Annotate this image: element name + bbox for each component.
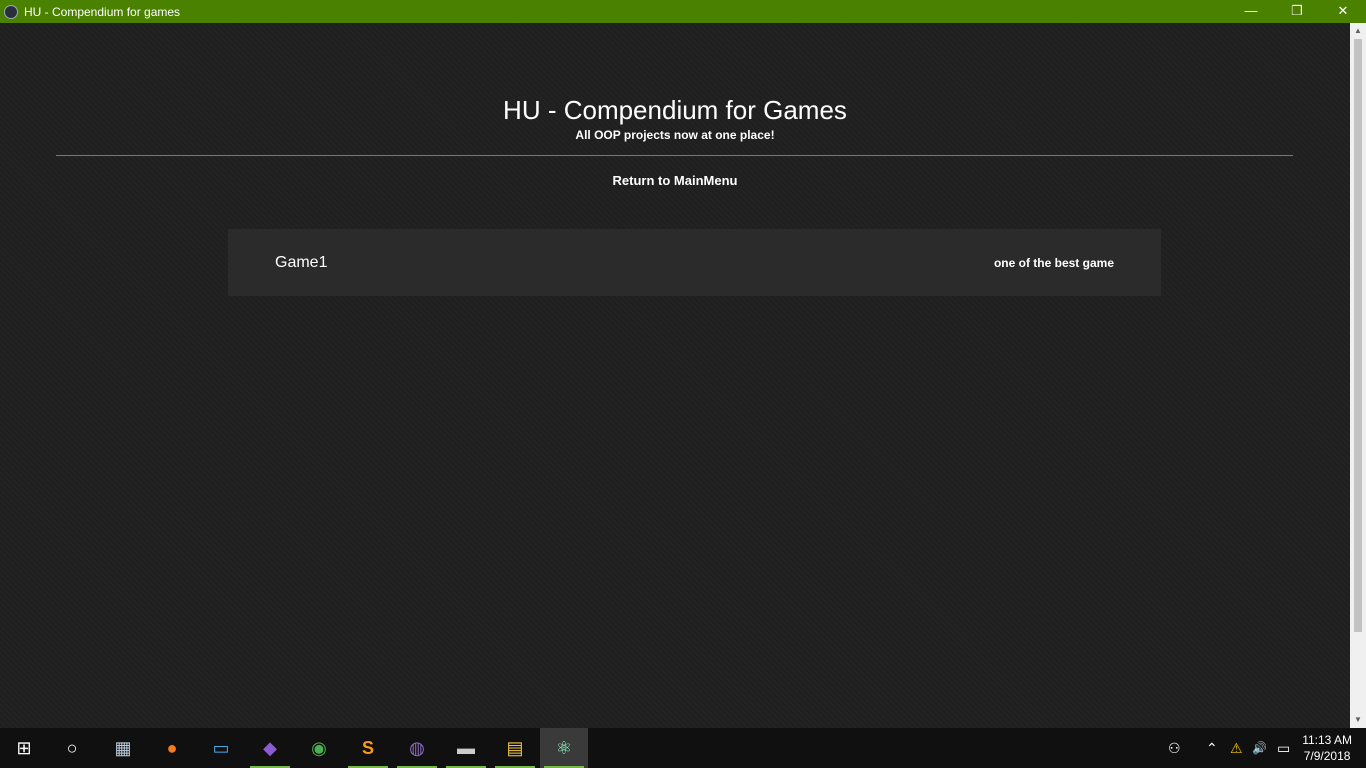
- terminal-icon: ▬: [457, 737, 475, 758]
- visual-studio-icon: ◆: [263, 737, 277, 758]
- return-to-main-menu-link[interactable]: Return to MainMenu: [0, 173, 1350, 188]
- taskbar-this-pc[interactable]: ▭: [197, 728, 245, 768]
- taskbar-task-manager[interactable]: ▦: [99, 728, 147, 768]
- clock-time: 11:13 AM: [1302, 733, 1352, 747]
- clock[interactable]: 11:13 AM 7/9/2018: [1302, 732, 1352, 764]
- clock-date: 7/9/2018: [1303, 749, 1351, 763]
- taskbar-github-desktop[interactable]: ◍: [393, 728, 441, 768]
- taskbar-chrome[interactable]: ◉: [295, 728, 343, 768]
- game-description: one of the best game: [993, 255, 1114, 270]
- taskbar-command-prompt[interactable]: ▬: [442, 728, 490, 768]
- title-bar: HU - Compendium for games — ❐ ✕: [0, 0, 1366, 23]
- vertical-scrollbar[interactable]: ▲ ▼: [1350, 23, 1366, 728]
- computer-icon: ▭: [212, 737, 230, 758]
- battery-button[interactable]: ▭: [1277, 728, 1290, 768]
- game-name: Game1: [275, 253, 328, 271]
- cortana-button[interactable]: ○: [48, 728, 96, 768]
- game-card[interactable]: Game1 one of the best game: [228, 229, 1161, 296]
- app-content: HU - Compendium for Games All OOP projec…: [0, 23, 1350, 728]
- taskbar: ⊞ ○ ▦ ● ▭ ◆ ◉ S ◍ ▬ ▤ ⚛ ⚇ ⌃ ⚠ 🔊 ▭ 11:13 …: [0, 728, 1366, 768]
- scrollbar-thumb[interactable]: [1354, 39, 1362, 632]
- close-button[interactable]: ✕: [1320, 0, 1366, 23]
- chevron-up-icon: ⌃: [1206, 739, 1218, 756]
- github-icon: ◍: [409, 737, 425, 758]
- task-manager-icon: ▦: [114, 737, 132, 758]
- taskbar-sublime-text[interactable]: S: [344, 728, 392, 768]
- page-title: HU - Compendium for Games: [503, 95, 847, 125]
- sublime-icon: S: [361, 737, 374, 758]
- scroll-down-arrow-icon[interactable]: ▼: [1350, 712, 1366, 728]
- volume-icon: 🔊: [1252, 741, 1267, 755]
- divider: [56, 155, 1293, 156]
- window-title: HU - Compendium for games: [24, 4, 181, 19]
- folder-icon: ▤: [506, 737, 524, 758]
- taskbar-electron[interactable]: ⚛: [540, 728, 588, 768]
- network-button[interactable]: ⚠: [1230, 728, 1243, 768]
- taskbar-file-explorer[interactable]: ▤: [491, 728, 539, 768]
- firefox-icon: ●: [166, 737, 178, 758]
- people-icon: ⚇: [1168, 739, 1181, 756]
- taskbar-visual-studio[interactable]: ◆: [246, 728, 294, 768]
- start-button[interactable]: ⊞: [0, 728, 48, 768]
- taskbar-firefox[interactable]: ●: [148, 728, 196, 768]
- wifi-warning-icon: ⚠: [1230, 739, 1243, 756]
- chrome-icon: ◉: [311, 737, 327, 758]
- windows-icon: ⊞: [16, 737, 32, 758]
- scroll-up-arrow-icon[interactable]: ▲: [1350, 23, 1366, 39]
- minimize-button[interactable]: —: [1228, 0, 1274, 23]
- page-subtitle: All OOP projects now at one place!: [575, 128, 775, 142]
- battery-charging-icon: ▭: [1277, 739, 1291, 756]
- electron-app-icon: [4, 4, 18, 19]
- volume-button[interactable]: 🔊: [1252, 728, 1267, 768]
- restore-button[interactable]: ❐: [1274, 0, 1320, 23]
- show-hidden-icons-button[interactable]: ⌃: [1206, 728, 1218, 768]
- electron-icon: ⚛: [555, 737, 573, 758]
- cortana-icon: ○: [66, 737, 78, 758]
- people-button[interactable]: ⚇: [1168, 728, 1181, 768]
